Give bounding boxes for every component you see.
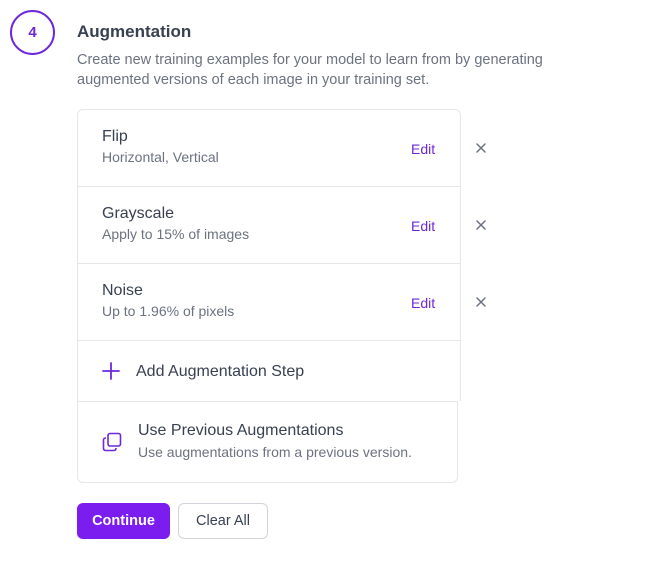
remove-flip-button[interactable]	[472, 139, 490, 157]
use-previous-augmentations-button[interactable]: Use Previous Augmentations Use augmentat…	[77, 401, 458, 483]
augmentation-row-grayscale: Grayscale Apply to 15% of images Edit	[78, 187, 460, 264]
remove-grayscale-button[interactable]	[472, 216, 490, 234]
section-description: Create new training examples for your mo…	[77, 52, 543, 88]
close-icon	[476, 220, 486, 230]
edit-flip-button[interactable]: Edit	[411, 141, 435, 157]
close-icon	[476, 297, 486, 307]
close-icon	[476, 143, 486, 153]
continue-button[interactable]: Continue	[77, 503, 170, 539]
edit-noise-button[interactable]: Edit	[411, 295, 435, 311]
section-title: Augmentation	[77, 22, 192, 41]
previous-augmentations-title: Use Previous Augmentations	[138, 422, 344, 439]
augmentation-row-flip: Flip Horizontal, Vertical Edit	[78, 110, 460, 187]
augmentation-name: Noise	[102, 282, 143, 299]
remove-noise-button[interactable]	[472, 293, 490, 311]
clear-all-button[interactable]: Clear All	[178, 503, 268, 539]
edit-grayscale-button[interactable]: Edit	[411, 218, 435, 234]
copy-icon	[102, 432, 122, 452]
augmentation-detail: Horizontal, Vertical	[102, 149, 219, 165]
step-number-badge: 4	[10, 10, 55, 55]
augmentation-row-noise: Noise Up to 1.96% of pixels Edit	[78, 264, 460, 341]
step-number: 4	[28, 24, 37, 41]
add-augmentation-step-button[interactable]: Add Augmentation Step	[78, 341, 460, 402]
augmentation-detail: Up to 1.96% of pixels	[102, 303, 235, 319]
augmentation-name: Grayscale	[102, 205, 175, 222]
previous-augmentations-subtitle: Use augmentations from a previous versio…	[138, 444, 412, 460]
plus-icon	[102, 362, 120, 380]
augmentation-list: Flip Horizontal, Vertical Edit Grayscale…	[77, 109, 461, 401]
augmentation-name: Flip	[102, 128, 128, 145]
add-augmentation-step-label: Add Augmentation Step	[136, 363, 305, 380]
augmentation-detail: Apply to 15% of images	[102, 226, 250, 242]
